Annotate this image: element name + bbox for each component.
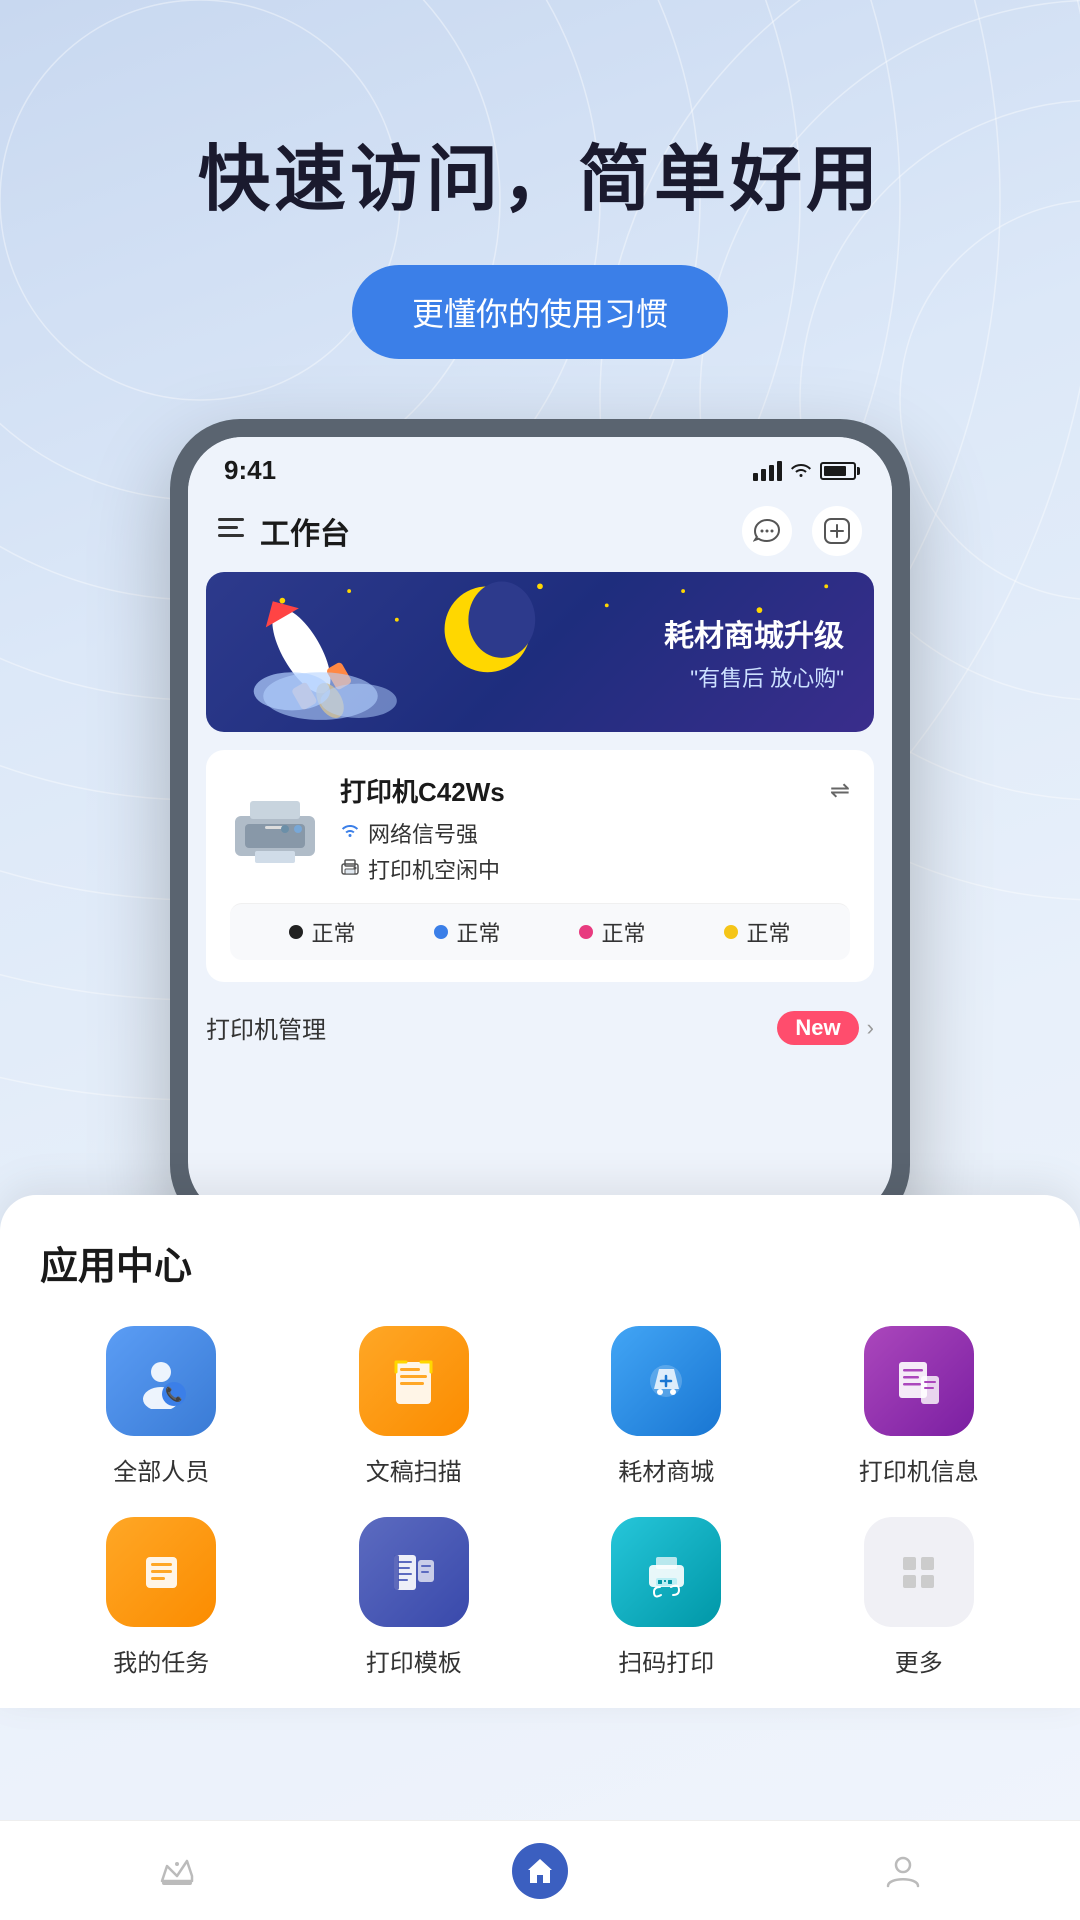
phone-screen: 9:41 <box>188 437 892 1217</box>
status-bar: 9:41 <box>188 437 892 496</box>
wifi-status: 网络信号强 <box>340 817 850 849</box>
print-status-text: 打印机空闲中 <box>368 853 500 885</box>
status-time: 9:41 <box>224 455 276 486</box>
app-grid: 📞 全部人员 文稿扫描 <box>40 1326 1040 1678</box>
ink-black-label: 正常 <box>311 916 355 948</box>
hero-section: 快速访问，简单好用 更懂你的使用习惯 <box>0 0 1080 359</box>
crown-icon <box>157 1851 197 1891</box>
chevron-right-icon: › <box>867 1015 874 1041</box>
app-template-label: 打印模板 <box>366 1643 462 1678</box>
header-title: 工作台 <box>260 509 350 553</box>
chat-button[interactable] <box>742 506 792 556</box>
banner[interactable]: 耗材商城升级 "有售后 放心购" <box>206 572 874 732</box>
printer-card: 打印机C42Ws ⇌ <box>206 750 874 982</box>
nav-item-crown[interactable] <box>157 1851 197 1891</box>
task-icon <box>106 1517 216 1627</box>
home-icon <box>525 1856 555 1886</box>
person-icon <box>883 1851 923 1891</box>
svg-text:📞: 📞 <box>165 1385 183 1403</box>
ink-black: 正常 <box>289 916 355 948</box>
qr-icon <box>611 1517 721 1627</box>
hero-button[interactable]: 更懂你的使用习惯 <box>352 265 728 359</box>
shop-icon <box>611 1326 721 1436</box>
app-item-people[interactable]: 📞 全部人员 <box>40 1326 283 1487</box>
app-header: 工作台 <box>188 496 892 572</box>
app-item-scan[interactable]: 文稿扫描 <box>293 1326 536 1487</box>
info-icon <box>864 1326 974 1436</box>
ink-yellow: 正常 <box>724 916 790 948</box>
ink-yellow-label: 正常 <box>746 916 790 948</box>
people-icon: 📞 <box>106 1326 216 1436</box>
app-item-shop[interactable]: 耗材商城 <box>545 1326 788 1487</box>
menu-icon[interactable] <box>218 517 244 545</box>
phone-frame: 9:41 <box>170 419 910 1235</box>
more-icon <box>864 1517 974 1627</box>
ink-cyan: 正常 <box>434 916 500 948</box>
ink-magenta: 正常 <box>579 916 645 948</box>
app-item-more[interactable]: 更多 <box>798 1517 1041 1678</box>
app-center-title: 应用中心 <box>40 1235 1040 1290</box>
printer-image <box>230 796 320 866</box>
status-icons <box>753 458 856 484</box>
app-item-template[interactable]: 打印模板 <box>293 1517 536 1678</box>
ink-magenta-label: 正常 <box>601 916 645 948</box>
header-right <box>742 506 862 556</box>
phone-mockup: 9:41 <box>170 419 910 1235</box>
app-item-task[interactable]: 我的任务 <box>40 1517 283 1678</box>
bottom-nav <box>0 1820 1080 1920</box>
nav-item-home[interactable] <box>512 1843 568 1899</box>
nav-item-person[interactable] <box>883 1851 923 1891</box>
new-badge: New <box>777 1011 858 1045</box>
app-people-label: 全部人员 <box>113 1452 209 1487</box>
ink-levels: 正常 正常 正常 正常 <box>230 903 850 960</box>
app-scan-label: 文稿扫描 <box>366 1452 462 1487</box>
wifi-status-text: 网络信号强 <box>368 817 478 849</box>
banner-text: 耗材商城升级 "有售后 放心购" <box>664 611 844 693</box>
template-icon <box>359 1517 469 1627</box>
wifi-status-icon <box>340 822 360 845</box>
battery-icon <box>820 462 856 480</box>
add-button[interactable] <box>812 506 862 556</box>
wifi-icon <box>790 458 812 484</box>
app-task-label: 我的任务 <box>113 1643 209 1678</box>
switch-printer-icon[interactable]: ⇌ <box>830 776 850 805</box>
banner-sub-text: "有售后 放心购" <box>664 661 844 693</box>
hero-title: 快速访问，简单好用 <box>0 120 1080 225</box>
app-item-qr[interactable]: 扫码打印 <box>545 1517 788 1678</box>
management-row[interactable]: 打印机管理 New › <box>188 998 892 1045</box>
printer-name: 打印机C42Ws <box>340 772 505 809</box>
print-status-icon <box>340 858 360 881</box>
signal-bars-icon <box>753 461 782 481</box>
app-item-info[interactable]: 打印机信息 <box>798 1326 1041 1487</box>
header-left: 工作台 <box>218 509 350 553</box>
app-qr-label: 扫码打印 <box>618 1643 714 1678</box>
app-center: 应用中心 📞 全部人员 <box>0 1195 1080 1708</box>
app-more-label: 更多 <box>895 1643 943 1678</box>
app-info-label: 打印机信息 <box>859 1452 979 1487</box>
scan-icon <box>359 1326 469 1436</box>
banner-main-text: 耗材商城升级 <box>664 611 844 655</box>
printer-details: 打印机C42Ws ⇌ <box>340 772 850 889</box>
app-shop-label: 耗材商城 <box>618 1452 714 1487</box>
print-status: 打印机空闲中 <box>340 853 850 885</box>
ink-cyan-label: 正常 <box>456 916 500 948</box>
management-label: 打印机管理 <box>206 1010 326 1045</box>
